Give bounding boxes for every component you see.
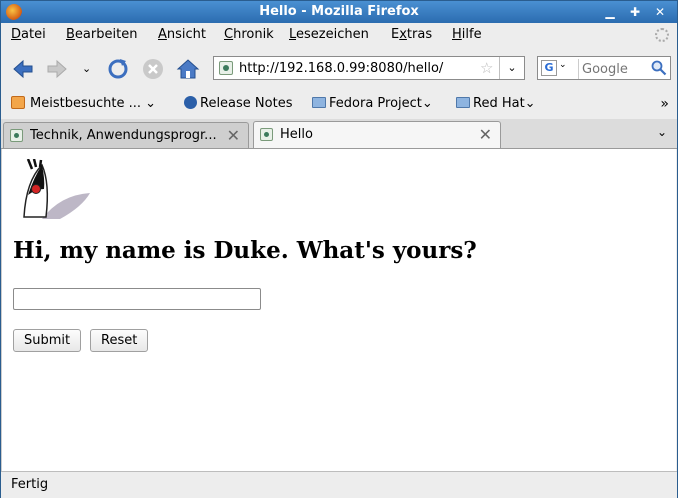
status-text: Fertig xyxy=(11,477,49,492)
navigation-toolbar: ⌄ ☆ ⌄ G ⌄ xyxy=(1,47,677,90)
bookmark-star-icon[interactable]: ☆ xyxy=(480,59,493,77)
bookmark-most-visited[interactable]: Meistbesuchte ... ⌄ xyxy=(11,96,156,111)
url-dropdown-icon[interactable]: ⌄ xyxy=(499,57,524,79)
forward-arrow-icon[interactable] xyxy=(45,57,69,81)
menu-bearbeiten[interactable]: Bearbeiten xyxy=(66,27,137,42)
tab-label: Hello xyxy=(280,127,313,142)
fedora-icon xyxy=(184,96,197,109)
back-arrow-icon[interactable] xyxy=(11,57,35,81)
rss-folder-icon xyxy=(11,96,25,109)
maximize-icon[interactable]: ✚ xyxy=(626,4,644,20)
tab-favicon-icon xyxy=(10,129,23,142)
bookmarks-overflow-chevron-icon[interactable]: » xyxy=(660,96,669,112)
bookmarks-toolbar: Meistbesuchte ... ⌄ Release Notes Fedora… xyxy=(1,89,677,120)
folder-icon xyxy=(456,97,470,108)
page-content: Hi, my name is Duke. What's yours? Submi… xyxy=(1,149,676,471)
close-tab-icon[interactable]: ✕ xyxy=(479,125,492,144)
search-engine-dropdown-icon[interactable]: ⌄ xyxy=(559,60,567,70)
home-icon[interactable] xyxy=(176,57,200,81)
menu-lesezeichen[interactable]: Lesezeichen xyxy=(289,27,369,42)
menu-hilfe[interactable]: Hilfe xyxy=(452,27,482,42)
url-input[interactable] xyxy=(239,59,469,77)
minimize-icon[interactable]: ▁ xyxy=(601,4,619,20)
window-title: Hello - Mozilla Firefox xyxy=(259,4,419,19)
bookmark-red-hat[interactable]: Red Hat⌄ xyxy=(456,96,536,111)
search-engine-icon[interactable]: G xyxy=(541,60,557,76)
tab-list-dropdown-icon[interactable]: ⌄ xyxy=(657,125,667,139)
menu-chronik[interactable]: Chronik xyxy=(224,27,274,42)
stop-icon[interactable] xyxy=(141,57,165,81)
browser-window: Hello - Mozilla Firefox ▁ ✚ ✕ Datei Bear… xyxy=(0,0,678,498)
tab-label: Technik, Anwendungsprogr... xyxy=(30,128,217,143)
site-favicon-icon xyxy=(219,61,233,75)
bookmark-release-notes[interactable]: Release Notes xyxy=(184,96,292,111)
search-bar[interactable]: G ⌄ xyxy=(537,56,671,80)
menu-bar: Datei Bearbeiten Ansicht Chronik Lesezei… xyxy=(1,23,677,47)
bookmark-fedora-project[interactable]: Fedora Project⌄ xyxy=(312,96,433,111)
submit-button[interactable]: Submit xyxy=(13,329,82,352)
menu-datei[interactable]: Datei xyxy=(11,27,46,42)
tab-strip: Technik, Anwendungsprogr... ✕ Hello ✕ ⌄ xyxy=(1,119,677,149)
close-window-icon[interactable]: ✕ xyxy=(651,4,669,20)
menu-extras[interactable]: Extras xyxy=(391,27,432,42)
menu-ansicht[interactable]: Ansicht xyxy=(158,27,206,42)
title-bar: Hello - Mozilla Firefox ▁ ✚ ✕ xyxy=(1,1,677,23)
throbber-icon xyxy=(655,28,669,42)
name-input[interactable] xyxy=(13,288,261,310)
history-dropdown-icon[interactable]: ⌄ xyxy=(82,62,91,75)
reset-button[interactable]: Reset xyxy=(90,329,149,352)
status-bar: Fertig xyxy=(1,471,677,498)
search-input[interactable] xyxy=(578,59,654,79)
tab-favicon-icon xyxy=(260,128,273,141)
close-tab-icon[interactable]: ✕ xyxy=(227,126,240,145)
tab-hello[interactable]: Hello ✕ xyxy=(253,121,501,148)
folder-icon xyxy=(312,97,326,108)
url-bar[interactable]: ☆ ⌄ xyxy=(213,56,525,80)
duke-mascot-icon xyxy=(23,159,90,219)
search-icon[interactable] xyxy=(651,60,667,76)
page-heading: Hi, my name is Duke. What's yours? xyxy=(13,237,477,264)
reload-icon[interactable] xyxy=(106,57,130,81)
tab-technik[interactable]: Technik, Anwendungsprogr... ✕ xyxy=(3,122,249,148)
